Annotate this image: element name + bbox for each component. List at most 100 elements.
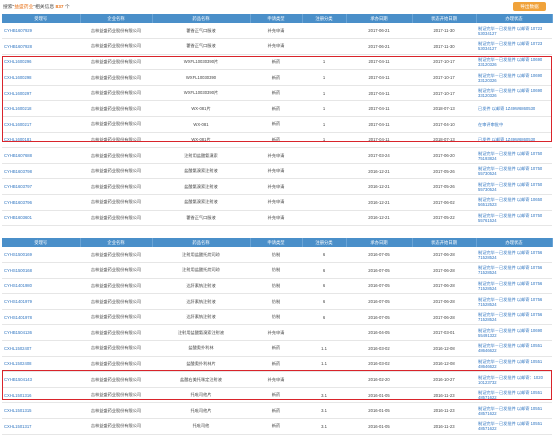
column-header-company: 企业名称 bbox=[80, 14, 153, 23]
cell-status[interactable]: 制证完毕－已发批件 以邮寄 10551 48571622 bbox=[476, 402, 552, 420]
cell-acceptance-no[interactable]: CYHS1500169 bbox=[2, 247, 80, 264]
cell-status-start-date: 2017-05-26 bbox=[412, 178, 476, 196]
cell-category: 1 bbox=[302, 54, 346, 71]
cell-acceptance-no[interactable]: CYHB1607929 bbox=[2, 23, 80, 40]
cell-status[interactable]: 制证完毕－已发批件 以邮寄 10723 53034127 bbox=[476, 23, 552, 40]
cell-status[interactable]: 制证完毕－已发批件 以邮寄 10756 71528524 bbox=[476, 278, 552, 295]
search-summary: 搜索“益盛药业”相关信息 837 个 bbox=[3, 3, 70, 10]
cell-category: 6 bbox=[302, 278, 346, 295]
cell-acceptance-no[interactable]: CXHL1502407 bbox=[2, 340, 80, 357]
cell-status[interactable]: 制证完毕－已发批件 以邮寄 10551 48571622 bbox=[476, 387, 552, 404]
export-data-button[interactable]: 导出数据 bbox=[513, 2, 546, 11]
cell-acceptance-no[interactable]: CYHS1401980 bbox=[2, 278, 80, 295]
table-row[interactable]: CYHB1504136 吉林益盛药业股份有限公司 注射用盐酸氨溴索注射液 补充申请 20… bbox=[2, 324, 552, 342]
cell-acceptance-no[interactable]: CXHL1600217 bbox=[2, 116, 80, 133]
table-row[interactable]: CXHL1501316 吉林益盛药业股份有限公司 托吡司他片 新药 3.1 2016-01… bbox=[2, 387, 552, 404]
cell-acceptance-no[interactable]: CXHL1501317 bbox=[2, 418, 80, 435]
cell-status[interactable]: 制证完毕－已发批件 以邮寄 10690 33120326 bbox=[476, 54, 552, 71]
cell-acceptance-no[interactable]: CYHS1401978 bbox=[2, 309, 80, 326]
cell-acceptance-no[interactable]: CXHL1600218 bbox=[2, 100, 80, 118]
cell-acceptance-no[interactable]: CYHB1603796 bbox=[2, 194, 80, 211]
cell-status[interactable]: 制证完毕－已发批件 以邮寄 10756 71528524 bbox=[476, 309, 552, 326]
table-row[interactable]: CYHB1603797 吉林益盛药业股份有限公司 盐酸氨溴索注射液 补充申请 2016-… bbox=[2, 178, 552, 196]
cell-status[interactable]: 制证完毕－已发批件 以邮寄 10650 56512523 bbox=[476, 194, 552, 211]
cell-status[interactable]: 制证完毕－已发批件 以邮寄 10756 71528524 bbox=[476, 262, 552, 279]
cell-category: 3.1 bbox=[302, 402, 346, 420]
table-row[interactable]: CYHS1401980 吉林益盛药业股份有限公司 达肝素钠注射液 仿制 6 2016-07… bbox=[2, 278, 552, 295]
table-row[interactable]: CYHB1603798 吉林益盛药业股份有限公司 盐酸氨溴索注射液 补充申请 2016-… bbox=[2, 163, 552, 180]
cell-status[interactable]: 制证完毕－已发批件 以邮寄 10750 55730524 bbox=[476, 178, 552, 196]
cell-application-type: 仿制 bbox=[250, 262, 302, 279]
table-row[interactable]: CYHS1401978 吉林益盛药业股份有限公司 达肝素钠注射液 仿制 6 2016-07… bbox=[2, 309, 552, 326]
cell-acceptance-no[interactable]: CYHB1603798 bbox=[2, 163, 80, 180]
table-row[interactable]: CYHB1603796 吉林益盛药业股份有限公司 盐酸氨溴索注射液 补充申请 2016-… bbox=[2, 194, 552, 211]
cell-status[interactable]: 制证完毕－已发批件 以邮寄 10551 48646622 bbox=[476, 356, 552, 373]
table-row[interactable]: CXHL1600296 吉林益盛药业股份有限公司 WXFL10030390片 新药 1 2… bbox=[2, 54, 552, 71]
cell-acceptance-no[interactable]: CYHB1603797 bbox=[2, 178, 80, 196]
cell-status[interactable]: 已发件 以邮寄 1Z49W6860530 bbox=[476, 100, 552, 118]
cell-drug-name: 达肝素钠注射液 bbox=[152, 278, 250, 295]
cell-status[interactable]: 已发件 以邮寄 1Z49W6860530 bbox=[476, 132, 552, 149]
cell-drug-name: 托吡司他片 bbox=[152, 402, 250, 420]
table-row[interactable]: CXHL1600217 吉林益盛药业股份有限公司 WX-081 新药 1 2017-04-… bbox=[2, 116, 552, 133]
cell-acceptance-no[interactable]: CXHL1501315 bbox=[2, 402, 80, 420]
cell-acceptance-no[interactable]: CXHL1600298 bbox=[2, 69, 80, 86]
cell-company: 吉林益盛药业股份有限公司 bbox=[80, 163, 152, 180]
cell-status[interactable]: 制证完毕－已发批件 以邮寄 10551 48571622 bbox=[476, 418, 552, 435]
cell-status[interactable]: 制证完毕－已发批件 以邮寄 10551 48646622 bbox=[476, 340, 552, 357]
cell-status[interactable]: 制证完毕－已发批件 以邮寄 10750 75193824 bbox=[476, 147, 552, 164]
cell-acceptance-no[interactable]: CXHL1502408 bbox=[2, 356, 80, 373]
cell-acceptance-no[interactable]: CYHS1500168 bbox=[2, 262, 80, 279]
cell-status-start-date: 2017-11-30 bbox=[412, 38, 476, 55]
table-row[interactable]: CYHS1500168 吉林益盛药业股份有限公司 注射用盐酸托烷司琼 仿制 6 2016-… bbox=[2, 262, 552, 279]
table-row[interactable]: CXHL1502408 吉林益盛药业股份有限公司 盐酸奥扑利林片 新药 1.1 2016-… bbox=[2, 356, 552, 373]
cell-status[interactable]: 制证完毕－已发批件 以邮寄 10690 55491322 bbox=[476, 324, 552, 342]
table-row[interactable]: CXHL1502407 吉林益盛药业股份有限公司 盐酸奥扑利林 新药 1.1 2016-0… bbox=[2, 340, 552, 357]
column-header-category: 注册分类 bbox=[302, 14, 347, 23]
table-row[interactable]: CYHB1607928 吉林益盛药业股份有限公司 藿香正气口服液 补充申请 2017-0… bbox=[2, 38, 552, 55]
cell-status[interactable]: 制证完毕－已发批件 以邮寄 10756 71528524 bbox=[476, 247, 552, 264]
cell-status[interactable]: 在审评审批中 bbox=[476, 116, 552, 133]
cell-drug-name: 盐酸氨溴索注射液 bbox=[152, 163, 250, 180]
cell-category: 1 bbox=[302, 69, 346, 86]
table-row[interactable]: CYHB1504143 吉林益盛药业股份有限公司 盐酸右美托咪定注射液 补充申请 201… bbox=[2, 371, 552, 388]
table-row[interactable]: CYHB1607929 吉林益盛药业股份有限公司 藿香正气口服液 补充申请 2017-0… bbox=[2, 23, 552, 40]
cell-acceptance-no[interactable]: CYHB1607928 bbox=[2, 38, 80, 55]
table-row[interactable]: CYHS1401979 吉林益盛药业股份有限公司 达肝素钠注射液 仿制 6 2016-07… bbox=[2, 293, 552, 310]
table-row[interactable]: CYHB1603601 吉林益盛药业股份有限公司 藿香正气口服液 补充申请 2016-1… bbox=[2, 210, 552, 227]
table-row[interactable]: CXHL1600218 吉林益盛药业股份有限公司 WX-081片 新药 1 2017-04… bbox=[2, 100, 552, 118]
cell-status[interactable]: 制证完毕－已发批件 以邮寄 10723 53034127 bbox=[476, 38, 552, 55]
cell-acceptance-no[interactable]: CYHS1401979 bbox=[2, 293, 80, 310]
table-row[interactable]: CYHB1607688 吉林益盛药业股份有限公司 注射用盐酸氨溴索 补充申请 2017-… bbox=[2, 147, 552, 164]
cell-application-type: 补充申请 bbox=[250, 38, 302, 55]
cell-acceptance-no[interactable]: CXHL1600297 bbox=[2, 85, 80, 102]
cell-handle-date: 2016-03-02 bbox=[346, 340, 412, 357]
cell-status[interactable]: 制证完毕－已发批件 以邮寄 10750 55730524 bbox=[476, 163, 552, 180]
cell-acceptance-no[interactable]: CXHL1600296 bbox=[2, 54, 80, 71]
cell-acceptance-no[interactable]: CYHB1504136 bbox=[2, 324, 80, 342]
cell-acceptance-no[interactable]: CYHB1603601 bbox=[2, 210, 80, 227]
cell-application-type: 补充申请 bbox=[250, 194, 302, 211]
cell-company: 吉林益盛药业股份有限公司 bbox=[80, 340, 152, 357]
summary-prefix: 搜索“ bbox=[3, 5, 15, 10]
table-row[interactable]: CXHL1600297 吉林益盛药业股份有限公司 WXFL10030390片 新药 1 2… bbox=[2, 85, 552, 102]
cell-acceptance-no[interactable]: CYHB1607688 bbox=[2, 147, 80, 164]
table-row[interactable]: CYHS1500169 吉林益盛药业股份有限公司 注射用盐酸托烷司琼 仿制 6 2016-… bbox=[2, 247, 552, 264]
cell-acceptance-no[interactable]: CXHL1600181 bbox=[2, 132, 80, 149]
cell-status[interactable]: 制证完毕－已发批件 以邮寄 10690 33120326 bbox=[476, 85, 552, 102]
cell-status[interactable]: 制证完毕－已发批件 以邮寄 10750 55761524 bbox=[476, 210, 552, 227]
cell-status[interactable]: 制证完毕－已发批件 以邮寄：1020 10123732 bbox=[476, 371, 552, 388]
cell-acceptance-no[interactable]: CYHB1504143 bbox=[2, 371, 80, 388]
cell-status[interactable]: 制证完毕－已发批件 以邮寄 10690 33120326 bbox=[476, 69, 552, 86]
cell-acceptance-no[interactable]: CXHL1501316 bbox=[2, 387, 80, 404]
cell-status-start-date: 2017-10-17 bbox=[412, 85, 476, 102]
table-row[interactable]: CXHL1600181 吉林益盛药业股份有限公司 WX-081片 新药 1 2017-04… bbox=[2, 132, 552, 149]
cell-drug-name: 注射用盐酸托烷司琼 bbox=[152, 262, 250, 279]
cell-drug-name: 注射用盐酸托烷司琼 bbox=[152, 247, 250, 264]
table-row[interactable]: CXHL1501315 吉林益盛药业股份有限公司 托吡司他片 新药 3.1 2016-01… bbox=[2, 402, 552, 420]
cell-category: 3.1 bbox=[302, 418, 346, 435]
table-row[interactable]: CXHL1501317 吉林益盛药业股份有限公司 托吡司他 新药 3.1 2016-01-… bbox=[2, 418, 552, 435]
cell-status[interactable]: 制证完毕－已发批件 以邮寄 10756 71528524 bbox=[476, 293, 552, 310]
table-row[interactable]: CXHL1600298 吉林益盛药业股份有限公司 WXFL10030390 新药 1 20… bbox=[2, 69, 552, 86]
cell-status-start-date: 2016-11-23 bbox=[412, 387, 476, 404]
